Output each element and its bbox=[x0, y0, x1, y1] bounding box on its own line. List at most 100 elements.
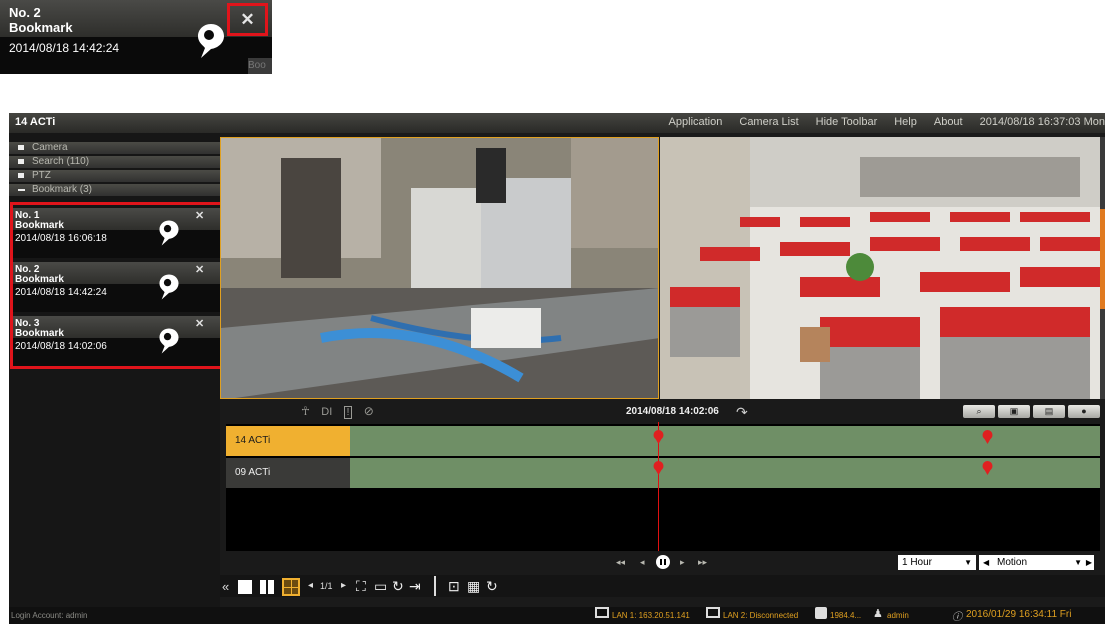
redo-arrow-icon[interactable]: ↷ bbox=[736, 404, 748, 421]
layout-quad-icon[interactable] bbox=[282, 578, 300, 596]
magnifier-icon: ⌕ bbox=[976, 406, 982, 416]
bookmark-marker-icon[interactable] bbox=[653, 430, 664, 449]
sidebar-section-search[interactable]: Search (110) bbox=[9, 156, 220, 168]
timeline-toolbar: ☥ DI ! ⊘ 2014/08/18 14:02:06 ↷ ⌕ ▣ ▤ ● bbox=[226, 403, 1100, 424]
reload-icon[interactable]: ↻ bbox=[486, 578, 498, 595]
bookmark-button[interactable]: ● bbox=[1068, 405, 1100, 418]
menu-help[interactable]: Help bbox=[894, 116, 917, 128]
layout-split-icon[interactable] bbox=[260, 580, 266, 594]
user-icon: ♟ bbox=[873, 608, 883, 620]
square-icon bbox=[18, 159, 24, 164]
lan1-status: LAN 1: 163.20.51.141 bbox=[612, 611, 690, 620]
fullscreen-icon[interactable]: ⛶ bbox=[356, 578, 366, 595]
video-pane-lab[interactable] bbox=[220, 137, 659, 399]
status-bar: Login Account: admin LAN 1: 163.20.51.14… bbox=[9, 607, 1105, 624]
timeline-area[interactable]: 14 ACTi 09 ACTi bbox=[226, 422, 1100, 551]
bookmark-number: No. 2 bbox=[9, 5, 41, 20]
sidebar-section-bookmark[interactable]: Bookmark (3) bbox=[9, 184, 220, 196]
video-pane-office[interactable] bbox=[660, 137, 1100, 399]
display-settings-icon[interactable]: ▦ bbox=[467, 578, 480, 595]
event-type-value: Motion bbox=[997, 557, 1028, 568]
lan2-status: LAN 2: Disconnected bbox=[723, 611, 799, 620]
status-datetime: 2016/01/29 16:34:11 Fri bbox=[966, 609, 1072, 620]
zoomed-bookmark-card: No. 2 Bookmark 2014/08/18 14:42:24 ✕ Boo bbox=[0, 0, 272, 74]
login-account: Login Account: admin bbox=[11, 611, 88, 620]
next-page-icon[interactable]: ▸ bbox=[341, 580, 346, 591]
section-label: Camera bbox=[32, 142, 68, 153]
lan1-icon bbox=[595, 607, 609, 618]
bookmark-marker-icon[interactable] bbox=[982, 461, 993, 480]
camera-icon: ▣ bbox=[1009, 406, 1019, 416]
toolbar-divider bbox=[434, 576, 436, 596]
layout-toolbar: « ◂ 1/1 ▸ ⛶ ▭ ↻ ⇥ ⊡ ▦ ↻ bbox=[220, 575, 1105, 597]
bookmark-marker-icon[interactable] bbox=[653, 461, 664, 480]
track-label[interactable]: 09 ACTi bbox=[226, 458, 350, 488]
section-label: PTZ bbox=[32, 170, 51, 181]
time-range-value: 1 Hour bbox=[902, 557, 933, 568]
bookmark-datetime: 2014/08/18 14:42:24 bbox=[9, 41, 120, 55]
section-label: Search (110) bbox=[32, 156, 90, 167]
sidebar-section-ptz[interactable]: PTZ bbox=[9, 170, 220, 182]
track-label[interactable]: 14 ACTi bbox=[226, 426, 350, 456]
step-forward-icon[interactable]: ▸ bbox=[680, 557, 685, 568]
menu-about[interactable]: About bbox=[934, 116, 963, 128]
prev-page-icon[interactable]: ◂ bbox=[308, 580, 313, 591]
square-icon bbox=[18, 173, 24, 178]
office-camera-image bbox=[660, 137, 1100, 399]
export-button[interactable]: ▤ bbox=[1033, 405, 1065, 418]
snapshot-button[interactable]: ▣ bbox=[998, 405, 1030, 418]
zoom-search-button[interactable]: ⌕ bbox=[963, 405, 995, 418]
menu-hide-toolbar[interactable]: Hide Toolbar bbox=[816, 116, 878, 128]
refresh-icon[interactable]: ↻ bbox=[392, 578, 404, 595]
section-label: Bookmark (3) bbox=[32, 184, 93, 195]
layout-split-icon[interactable] bbox=[268, 580, 274, 594]
info-icon[interactable]: ⓘ bbox=[952, 608, 962, 623]
lan2-icon bbox=[706, 607, 720, 618]
time-range-select[interactable]: 1 Hour ▼ bbox=[898, 555, 976, 570]
obscured-label: Boo bbox=[248, 58, 272, 74]
sidebar-section-camera[interactable]: Camera bbox=[9, 142, 220, 154]
chevron-down-icon: ▼ bbox=[964, 558, 972, 567]
prev-arrow-icon[interactable]: ◀ bbox=[983, 555, 989, 570]
fast-forward-icon[interactable]: ▸▸ bbox=[698, 557, 707, 568]
close-button[interactable]: ✕ bbox=[227, 3, 268, 36]
person-icon[interactable]: ☥ bbox=[301, 404, 310, 418]
lab-camera-image bbox=[221, 138, 658, 398]
no-motion-icon[interactable]: ⊘ bbox=[364, 404, 374, 418]
title-bar: 14 ACTi Application Camera List Hide Too… bbox=[9, 113, 1105, 133]
bookmark-highlight-frame bbox=[10, 202, 224, 369]
event-type-select[interactable]: ◀ Motion ▼ ▶ bbox=[979, 555, 1094, 570]
top-menu: Application Camera List Hide Toolbar Hel… bbox=[669, 116, 1105, 128]
close-icon[interactable]: ✕ bbox=[240, 10, 254, 30]
di-filter[interactable]: DI bbox=[321, 406, 332, 418]
crop-icon[interactable]: ⊡ bbox=[448, 578, 460, 595]
playback-controls: ◂◂ ◂ ▸ ▸▸ 1 Hour ▼ ◀ Motion ▼ ▶ bbox=[226, 553, 1100, 573]
active-tab-indicator bbox=[1100, 209, 1105, 309]
bookmark-marker-icon[interactable] bbox=[982, 430, 993, 449]
do-filter-icon[interactable]: ! bbox=[343, 406, 353, 419]
top-clock: 2014/08/18 16:37:03 Mon bbox=[979, 116, 1105, 128]
event-filter-tools: ☥ DI ! ⊘ bbox=[301, 404, 374, 419]
monitor-icon[interactable]: ▭ bbox=[374, 578, 387, 595]
rewind-icon[interactable]: ◂◂ bbox=[616, 557, 625, 568]
page-indicator: 1/1 bbox=[320, 581, 333, 591]
map-pin-icon bbox=[196, 22, 226, 65]
menu-camera-list[interactable]: Camera List bbox=[739, 116, 798, 128]
current-user: admin bbox=[887, 611, 909, 620]
menu-application[interactable]: Application bbox=[669, 116, 723, 128]
layout-single-icon[interactable] bbox=[238, 580, 252, 594]
bookmark-type: Bookmark bbox=[9, 20, 73, 35]
exit-icon[interactable]: ⇥ bbox=[409, 578, 421, 595]
square-icon bbox=[18, 145, 24, 150]
storage-icon bbox=[815, 607, 827, 619]
pause-icon[interactable] bbox=[656, 555, 670, 569]
save-icon: ▤ bbox=[1044, 406, 1054, 416]
step-back-icon[interactable]: ◂ bbox=[640, 557, 645, 568]
nvr-client-window: 14 ACTi Application Camera List Hide Too… bbox=[9, 113, 1105, 624]
pin-icon: ● bbox=[1081, 406, 1087, 416]
next-arrow-icon[interactable]: ▶ bbox=[1086, 555, 1092, 570]
collapse-sidebar-icon[interactable]: « bbox=[222, 579, 229, 594]
window-title: 14 ACTi bbox=[15, 116, 56, 128]
right-edge-tabs[interactable] bbox=[1100, 137, 1105, 399]
chevron-down-icon[interactable]: ▼ bbox=[1074, 555, 1082, 570]
